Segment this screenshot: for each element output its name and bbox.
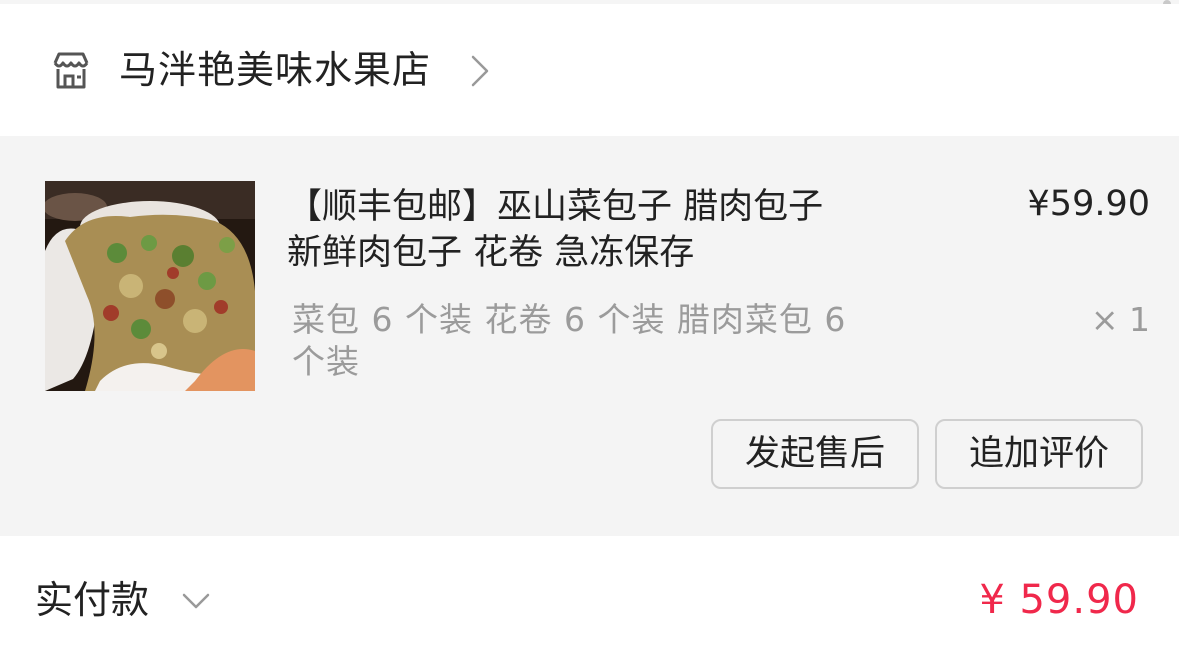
product-price: ¥59.90 [1027,184,1150,224]
chevron-right-icon[interactable] [468,52,492,90]
product-spec: 菜包 6 个装 花卷 6 个装 腊肉菜包 6 个装 [292,300,847,381]
after-sale-button[interactable]: 发起售后 [711,419,919,489]
product-quantity: × 1 [1090,300,1150,339]
store-icon [53,52,89,89]
product-title[interactable]: 【顺丰包邮】巫山菜包子 腊肉包子 新鲜肉包子 花卷 急冻保存 [287,184,867,276]
chevron-down-icon[interactable] [181,592,211,610]
product-card[interactable]: 【顺丰包邮】巫山菜包子 腊肉包子 新鲜肉包子 花卷 急冻保存 ¥59.90 菜包… [0,136,1179,536]
product-photo-illustration [45,181,255,391]
product-photo[interactable] [45,181,255,391]
order-detail-screen: 马泮艳美味水果店 【顺丰包邮】巫山菜包子 腊肉包子 新鲜肉包子 花卷 急冻保存 … [0,0,1179,655]
add-review-button[interactable]: 追加评价 [935,419,1143,489]
payment-amount: ¥ 59.90 [979,577,1139,623]
store-header[interactable]: 马泮艳美味水果店 [0,4,1179,136]
payment-row[interactable]: 实付款 ¥ 59.90 [0,536,1179,655]
store-name[interactable]: 马泮艳美味水果店 [119,46,431,94]
payment-label: 实付款 [35,578,150,622]
